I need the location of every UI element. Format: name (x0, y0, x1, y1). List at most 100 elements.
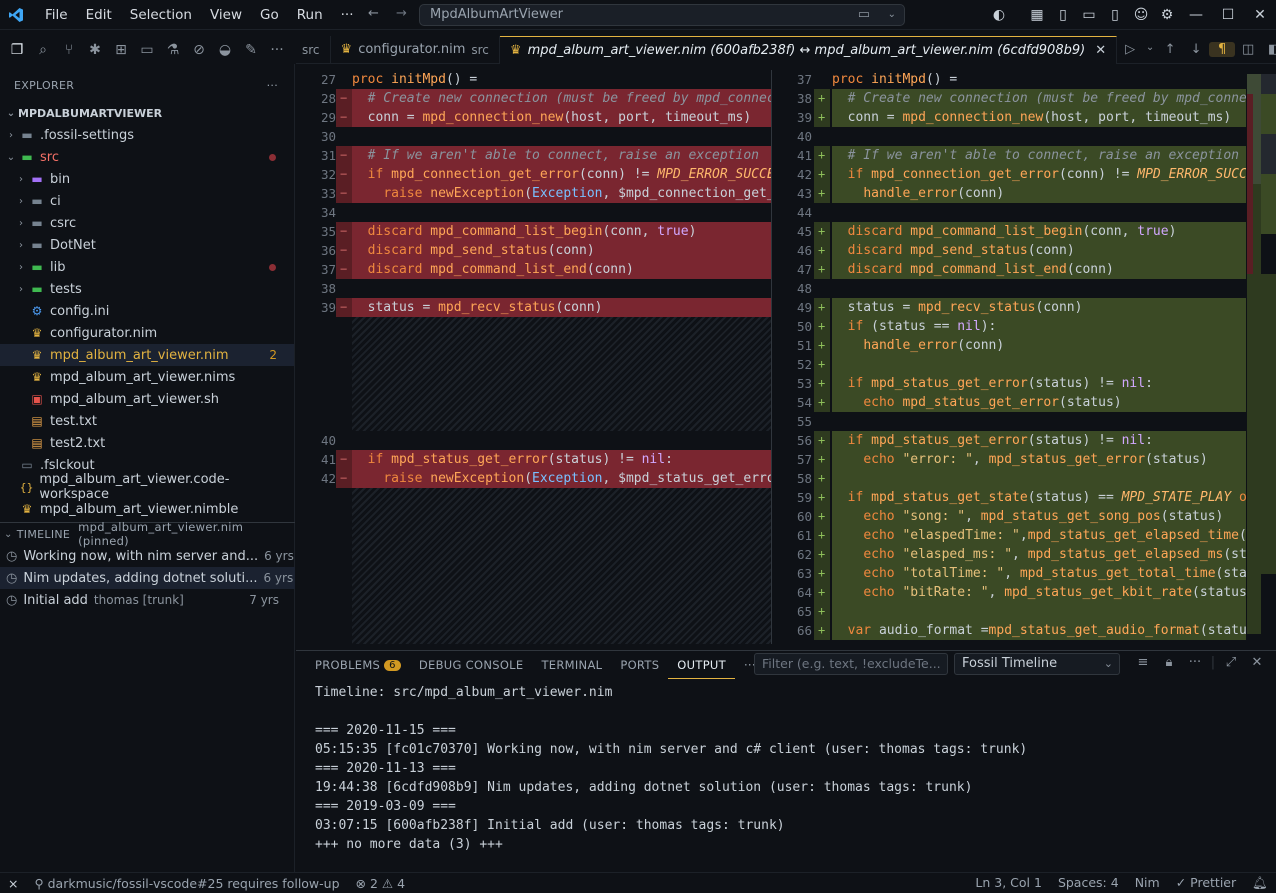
code-line[interactable]: 29− conn = mpd_connection_new(host, port… (296, 108, 771, 127)
code-line[interactable]: 46 + discard mpd_send_status(conn) (776, 241, 1246, 260)
maximize-panel-icon[interactable]: ⤢ (1218, 655, 1244, 670)
tree-item[interactable]: ♛ configurator.nim (0, 322, 294, 344)
minimize-icon[interactable]: — (1180, 7, 1212, 23)
code-line[interactable]: 64 + echo "bitRate: ", mpd_status_get_kbi… (776, 583, 1246, 602)
more-actions-icon[interactable]: ··· (1182, 655, 1208, 670)
code-line[interactable]: 40 (776, 127, 1246, 146)
code-line[interactable]: 49 + status = mpd_recv_status(conn) (776, 298, 1246, 317)
tree-item[interactable]: ⌄ ▬ src (0, 146, 294, 168)
code-line[interactable]: 38 (296, 279, 771, 298)
layout-icon[interactable]: ▦ (1024, 7, 1050, 23)
tree-item[interactable]: ▣ mpd_album_art_viewer.sh (0, 388, 294, 410)
tree-item[interactable]: ♛ mpd_album_art_viewer.nims (0, 366, 294, 388)
code-line[interactable]: 40 (296, 431, 771, 450)
copilot-view-icon[interactable]: ◒ (212, 42, 238, 58)
diff-editor[interactable]: 27 proc initMpd() = 28− # Create new conne… (296, 70, 1276, 644)
tree-item[interactable]: › ▬ bin (0, 168, 294, 190)
timeline-header[interactable]: ⌄ TIMELINE mpd_album_art_viewer.nim (pin… (0, 520, 295, 548)
tree-item[interactable]: › ▬ lib (0, 256, 294, 278)
extensions-icon[interactable]: ⊞ (108, 42, 134, 58)
panel-tab-debug-console[interactable]: DEBUG CONSOLE (410, 651, 533, 679)
source-control-icon[interactable]: ⑂ (56, 42, 82, 58)
code-line[interactable]: 60 + echo "song: ", mpd_status_get_song_p… (776, 507, 1246, 526)
code-line[interactable]: 56 + if mpd_status_get_error(status) != n… (776, 431, 1246, 450)
code-line[interactable]: 51 + handle_error(conn) (776, 336, 1246, 355)
panel-tab-ports[interactable]: PORTS (611, 651, 668, 679)
code-line[interactable]: 65 + (776, 602, 1246, 621)
toggle-whitespace-icon[interactable]: ¶ (1209, 42, 1236, 57)
clear-output-icon[interactable]: ≡ (1130, 655, 1156, 670)
copilot-icon[interactable]: ◐ (986, 7, 1012, 23)
code-line[interactable]: 31− # If we aren't able to connect, rais… (296, 146, 771, 165)
menu-selection[interactable]: Selection (121, 0, 201, 30)
editor-tab[interactable]: src (296, 35, 331, 64)
copilot-chat-icon[interactable]: ▭ (858, 5, 870, 25)
panel-tab-output[interactable]: OUTPUT (668, 651, 735, 679)
diff-original-pane[interactable]: 27 proc initMpd() = 28− # Create new conne… (296, 70, 771, 644)
code-line[interactable]: 63 + echo "totalTime: ", mpd_status_get_t… (776, 564, 1246, 583)
settings-gear-icon[interactable]: ⚙ (1154, 7, 1180, 23)
close-tab-icon[interactable]: ✕ (1095, 43, 1106, 58)
debug-icon[interactable]: ✱ (82, 42, 108, 58)
timeline-entry[interactable]: ◷ Working now, with nim server and... 6 yr… (0, 545, 295, 567)
code-line[interactable]: 30 (296, 127, 771, 146)
panel-tab-problems[interactable]: PROBLEMS 6 (306, 651, 410, 679)
remote-explorer-icon[interactable]: ▭ (134, 42, 160, 58)
code-line[interactable]: 62 + echo "elasped_ms: ", mpd_status_get_… (776, 545, 1246, 564)
close-panel-icon[interactable]: ✕ (1244, 655, 1270, 670)
maximize-icon[interactable]: ☐ (1212, 7, 1244, 23)
code-line[interactable]: 33− raise newException(Exception, $mpd_c… (296, 184, 771, 203)
code-line[interactable]: 41− if mpd_status_get_error(status) != n… (296, 450, 771, 469)
code-line[interactable]: 48 (776, 279, 1246, 298)
menu-go[interactable]: Go (251, 0, 288, 30)
code-line[interactable]: 27 proc initMpd() = (296, 70, 771, 89)
next-change-icon[interactable]: ↓ (1183, 42, 1209, 57)
code-line[interactable]: 37 proc initMpd() = (776, 70, 1246, 89)
back-arrow-icon[interactable]: ← (368, 6, 379, 21)
panel-tab-terminal[interactable]: TERMINAL (532, 651, 611, 679)
code-line[interactable]: 53 + if mpd_status_get_error(status) != n… (776, 374, 1246, 393)
tab-diff-active[interactable]: ♛ mpd_album_art_viewer.nim (600afb238f) ↔… (499, 35, 1118, 64)
status-problems[interactable]: ⊗ 2 ⚠ 4 (348, 876, 414, 891)
menu-view[interactable]: View (201, 0, 251, 30)
code-line[interactable]: 28− # Create new connection (must be fre… (296, 89, 771, 108)
code-line[interactable]: 42 + if mpd_connection_get_error(conn) !=… (776, 165, 1246, 184)
code-line[interactable]: 58 + (776, 469, 1246, 488)
command-center-search[interactable]: MpdAlbumArtViewer ▭ ⌄ (419, 4, 905, 26)
editor-tab[interactable]: ♛ configurator.nim src (331, 35, 500, 64)
code-line[interactable]: 44 (776, 203, 1246, 222)
tree-item[interactable]: ⚙ config.ini (0, 300, 294, 322)
code-line[interactable]: 34 (296, 203, 771, 222)
testing-icon[interactable]: ⚗ (160, 42, 186, 58)
diff-modified-pane[interactable]: 37 proc initMpd() = 38 + # Create new conne… (776, 70, 1246, 644)
code-line[interactable]: 43 + handle_error(conn) (776, 184, 1246, 203)
timeline-entry[interactable]: ◷ Initial add thomas [trunk] 7 yrs (0, 589, 295, 611)
output-log[interactable]: Timeline: src/mpd_album_art_viewer.nim ==… (296, 679, 1276, 858)
code-line[interactable]: 39− status = mpd_recv_status(conn) (296, 298, 771, 317)
close-window-icon[interactable]: ✕ (1244, 7, 1276, 23)
status-indentation[interactable]: Spaces: 4 (1050, 875, 1127, 891)
toggle-secondary-sidebar-icon[interactable]: ▯ (1102, 7, 1128, 23)
more-views-icon[interactable]: ··· (264, 42, 290, 58)
code-line[interactable]: 59 + if mpd_status_get_state(status) == M… (776, 488, 1246, 507)
code-line[interactable]: 36− discard mpd_send_status(conn) (296, 241, 771, 260)
run-menu-chevron-icon[interactable]: ⌄ (1143, 42, 1157, 57)
menu-more[interactable]: ··· (332, 0, 363, 30)
menu-file[interactable]: File (36, 0, 77, 30)
split-editor-icon[interactable]: ◧ (1261, 42, 1276, 57)
chevron-down-icon[interactable]: ⌄ (888, 5, 896, 25)
search-icon[interactable]: ⌕ (30, 42, 56, 58)
code-line[interactable]: 55 (776, 412, 1246, 431)
explorer-icon[interactable]: ❐ (4, 42, 30, 58)
code-line[interactable]: 54 + echo mpd_status_get_error(status) (776, 393, 1246, 412)
minimap[interactable] (1247, 74, 1276, 644)
forward-arrow-icon[interactable]: → (396, 6, 407, 21)
tree-item[interactable]: ▤ test.txt (0, 410, 294, 432)
run-icon[interactable]: ▷ (1117, 42, 1143, 57)
code-line[interactable]: 50 + if (status == nil): (776, 317, 1246, 336)
code-line[interactable]: 38 + # Create new connection (must be fre… (776, 89, 1246, 108)
code-line[interactable]: 32− if mpd_connection_get_error(conn) !=… (296, 165, 771, 184)
status-language[interactable]: Nim (1127, 875, 1168, 891)
output-filter-input[interactable]: Filter (e.g. text, !excludeTe... (754, 653, 948, 675)
status-cursor-position[interactable]: Ln 3, Col 1 (967, 875, 1050, 891)
